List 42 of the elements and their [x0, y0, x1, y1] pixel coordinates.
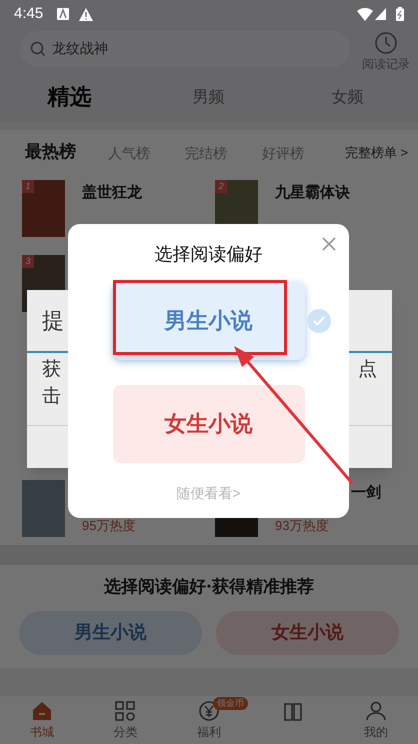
nav-item[interactable]: 领金币 福利: [167, 696, 251, 744]
grid-icon: [113, 699, 138, 723]
preference-button[interactable]: 女生小说: [216, 610, 399, 654]
search-icon: [30, 40, 46, 57]
book-title[interactable]: 盖世狂龙: [82, 182, 142, 204]
channel-tab[interactable]: 男频: [139, 85, 278, 110]
book-title[interactable]: 九星霸体诀: [275, 182, 350, 204]
heat-count: 95万热度: [82, 516, 136, 534]
close-icon: [321, 236, 337, 252]
book-cover[interactable]: 1: [22, 180, 65, 237]
clock-icon: [374, 30, 398, 55]
full-ranking-link[interactable]: 完整榜单 >: [344, 143, 408, 163]
rank-badge: 2: [215, 180, 227, 193]
preference-button[interactable]: 男生小说: [19, 610, 202, 654]
channel-tab[interactable]: 女频: [278, 85, 417, 110]
signal-icon: [375, 8, 386, 20]
dialog-text: 获: [42, 358, 61, 382]
nav-item[interactable]: 书城: [0, 696, 84, 744]
coin-badge: 领金币: [213, 697, 248, 710]
dialog-text: 点: [358, 358, 377, 382]
wifi-icon: [357, 8, 373, 20]
promo-title: 选择阅读偏好·获得精准推荐: [104, 576, 314, 599]
rank-badge: 1: [22, 180, 34, 193]
dialog-text: 击: [42, 385, 61, 410]
nav-item[interactable]: 分类: [84, 696, 168, 744]
modal-title: 选择阅读偏好: [154, 243, 262, 266]
preference-option[interactable]: 女生小说: [112, 385, 304, 463]
ranking-tab[interactable]: 最热榜: [25, 140, 108, 166]
close-button[interactable]: [321, 236, 337, 252]
heat-count: 93万热度: [275, 516, 330, 534]
notification-icon: [57, 8, 70, 20]
status-time: 4:45: [14, 4, 44, 24]
search-field[interactable]: 龙纹战神: [20, 30, 350, 67]
nav-item[interactable]: 我的: [334, 696, 418, 744]
rank-badge: 3: [22, 255, 34, 268]
person-icon: [364, 699, 388, 723]
book-title[interactable]: 一剑: [351, 482, 381, 504]
skip-link[interactable]: 随便看看>: [176, 483, 241, 504]
battery-icon: [396, 7, 404, 21]
channel-tab[interactable]: 精选: [0, 80, 139, 114]
preference-option[interactable]: 男生小说: [112, 282, 304, 360]
warning-icon: [79, 8, 94, 20]
